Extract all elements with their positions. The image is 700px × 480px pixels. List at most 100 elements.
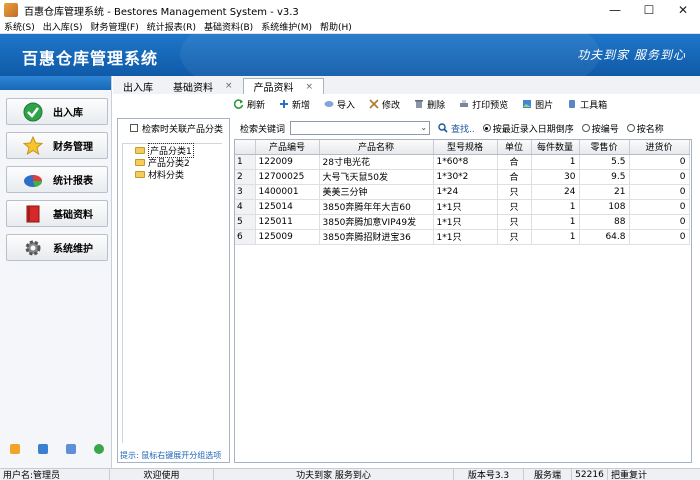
table-row[interactable]: 4 125014 3850奔腾年年大吉60 1*1只 只 1 108 0 [235,199,690,215]
table-row[interactable]: 6 125009 3850奔腾招财进宝36 1*1只 只 1 64.8 0 [235,229,690,245]
nav-reports-button[interactable]: 统计报表 [6,166,108,193]
print-preview-button[interactable]: 打印预览 [459,98,508,111]
search-bar: 检索关键词 ⌄ 查找.. 按最近录入日期倒序 按编号 按名称 [234,119,700,137]
column-header[interactable]: 每件数量 [531,140,580,155]
search-button[interactable]: 查找.. [438,122,475,135]
cell-spec: 1*1只 [433,199,498,215]
column-header[interactable] [235,140,256,155]
tab-basic-data-label: 基础资料 [173,82,213,94]
tree-item[interactable]: 产品分类1 [123,142,222,158]
cell-cost-price: 0 [629,214,690,230]
status-version: 版本号3.3 [454,468,524,480]
banner-title: 百惠仓库管理系统 [22,49,159,68]
cell-qty: 1 [531,199,580,215]
tree-item[interactable]: 材料分类 [123,168,222,181]
banner-slogan: 功夫到家 服务到心 [577,48,686,62]
nav-finance-label: 财务管理 [53,142,93,153]
sort-radio-name[interactable]: 按名称 [626,122,664,135]
edit-button[interactable]: 修改 [369,98,400,111]
chevron-down-icon[interactable]: ⌄ [420,123,427,132]
nav-finance-button[interactable]: 财务管理 [6,132,108,159]
cell-spec: 1*24 [433,184,498,200]
tree-item[interactable]: 产品分类2 [123,156,222,169]
status-extra: 把重复计 [611,471,648,480]
radio-label: 按名称 [636,124,664,135]
import-label: 导入 [337,100,356,111]
cell-cost-price: 0 [629,154,690,170]
radio-button[interactable] [482,124,491,132]
tab-product-data[interactable]: 产品资料 × [242,78,325,94]
tab-product-data-label: 产品资料 [253,83,294,94]
search-label: 检索关键词 [240,124,286,135]
plus-icon [279,99,289,109]
cell-code: 12700025 [255,169,320,185]
status-service: 服务端 [524,468,572,480]
toolbox-label: 工具箱 [580,100,608,111]
nav-basic-data-button[interactable]: 基础资料 [6,200,108,227]
table-row[interactable]: 3 1400001 美美三分钟 1*24 只 24 21 0 [235,184,690,200]
printer-icon [459,99,469,109]
nav-maintenance-button[interactable]: 系统维护 [6,234,108,261]
cell-code: 122009 [255,154,320,170]
menu-stock[interactable]: 出入库(S) [39,20,87,33]
cell-cost-price: 0 [629,169,690,185]
delete-label: 删除 [427,100,446,111]
row-number: 2 [235,169,256,185]
add-button[interactable]: 新增 [279,98,310,111]
tab-stock[interactable]: 出入库 [113,78,163,94]
column-header[interactable]: 产品编号 [255,140,320,155]
status-user: 用户名:管理员 [0,468,110,480]
close-icon[interactable]: × [225,81,233,91]
toolbox-button[interactable]: 工具箱 [567,98,607,111]
minimize-button[interactable]: — [598,0,632,20]
table-row[interactable]: 5 125011 3850奔腾加意VIP49发 1*1只 只 1 88 0 [235,214,690,230]
nav-stock-button[interactable]: 出入库 [6,98,108,125]
cell-retail-price: 9.5 [579,169,630,185]
calculator-icon[interactable] [38,444,48,454]
cell-name: 28寸电光花 [319,154,434,170]
column-header[interactable]: 型号规格 [433,140,498,155]
search-button-label: 查找.. [451,124,475,135]
maximize-button[interactable]: ☐ [632,0,666,20]
close-button[interactable]: ✕ [666,0,700,20]
cell-name: 大号飞天鼠50发 [319,169,434,185]
menu-help[interactable]: 帮助(H) [316,20,356,33]
image-icon [522,99,532,109]
close-icon[interactable]: × [306,82,314,92]
header-banner: 百惠仓库管理系统 功夫到家 服务到心 [0,34,700,76]
menu-basic-data[interactable]: 基础资料(B) [200,20,257,33]
delete-button[interactable]: 删除 [414,98,445,111]
add-label: 新增 [292,100,311,111]
table-row[interactable]: 1 122009 28寸电光花 1*60*8 合 1 5.5 0 [235,154,690,170]
checkbox[interactable] [130,124,138,132]
cell-unit: 只 [497,229,532,245]
table-row[interactable]: 2 12700025 大号飞天鼠50发 1*30*2 合 30 9.5 0 [235,169,690,185]
menu-finance[interactable]: 财务管理(F) [87,20,143,33]
sort-radio-code[interactable]: 按编号 [581,122,619,135]
calendar-icon[interactable] [10,444,20,454]
radio-button[interactable] [626,124,635,132]
menu-reports[interactable]: 统计报表(R) [143,20,200,33]
table-header-row: 产品编号 产品名称 型号规格 单位 每件数量 零售价 进货价 [235,140,690,155]
sort-radio-recent[interactable]: 按最近录入日期倒序 [482,122,574,135]
tab-basic-data[interactable]: 基础资料 × [163,78,243,94]
refresh-button[interactable]: 刷新 [234,98,265,111]
column-header[interactable]: 零售价 [579,140,630,155]
column-header[interactable]: 进货价 [629,140,690,155]
pie-chart-icon [23,170,43,190]
menu-system[interactable]: 系统(S) [0,20,39,33]
menu-maintenance[interactable]: 系统维护(M) [257,20,316,33]
column-header[interactable]: 单位 [497,140,532,155]
check-icon [23,102,43,122]
cell-retail-price: 88 [579,214,630,230]
import-button[interactable]: 导入 [324,98,355,111]
search-icon[interactable] [66,444,76,454]
category-tree: 产品分类1 产品分类2 材料分类 [122,142,222,443]
help-icon[interactable] [94,444,104,454]
radio-button[interactable] [581,124,590,132]
app-icon [4,3,18,17]
search-input[interactable]: ⌄ [290,121,431,135]
image-button[interactable]: 图片 [522,98,553,111]
search-related-checkbox[interactable]: 检索时关联产品分类 [118,119,229,137]
column-header[interactable]: 产品名称 [319,140,434,155]
